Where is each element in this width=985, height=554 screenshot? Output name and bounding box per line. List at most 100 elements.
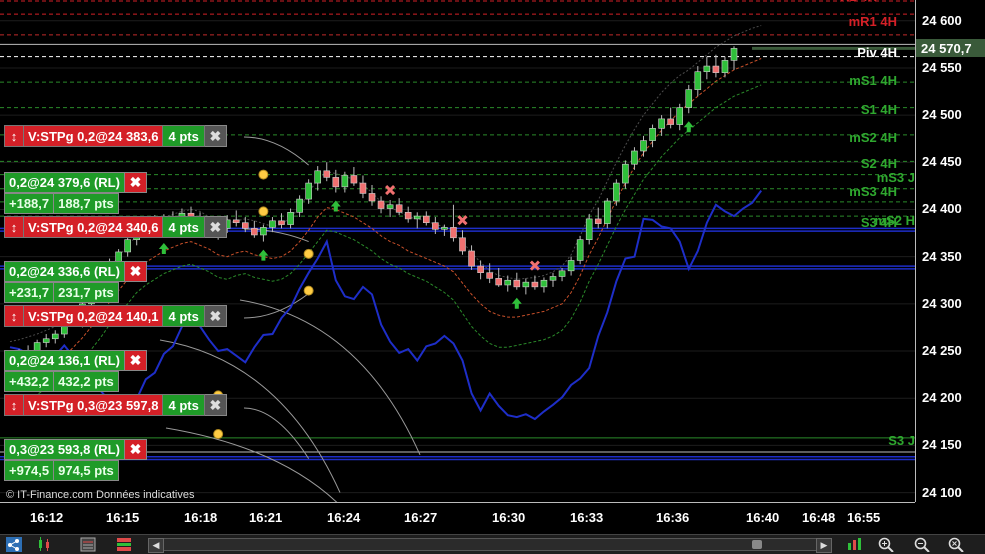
candle-body: [549, 276, 557, 281]
candle-body: [658, 118, 665, 129]
stop-order-panel[interactable]: ↕ V:STPg 0,2@24 140,1 4 pts ✖: [4, 305, 227, 327]
candle-body: [124, 239, 131, 253]
candle-type-icon[interactable]: [36, 537, 52, 552]
zoom-out-icon[interactable]: [914, 537, 930, 552]
candle-body: [42, 338, 50, 343]
candle-body: [486, 272, 493, 279]
cancel-order-icon[interactable]: ✖: [204, 394, 227, 416]
time-tick-label: 16:24: [327, 510, 361, 525]
share-icon[interactable]: [6, 537, 22, 552]
candle-body: [649, 128, 656, 141]
candle-body: [730, 48, 738, 61]
stop-order-points: 4 pts: [163, 125, 205, 147]
orders-icon[interactable]: [116, 537, 132, 552]
price-chart[interactable]: [0, 0, 915, 512]
time-axis[interactable]: 16:12 16:15 16:18 16:21 16:24 16:27 16:30 16:33…: [0, 502, 915, 535]
candle-body: [296, 198, 303, 213]
price-tick-label: 24 250: [922, 343, 962, 359]
candle-body: [477, 265, 484, 274]
price-tick-label: 24 300: [922, 295, 962, 311]
close-position-icon[interactable]: ✖: [124, 261, 147, 282]
position-panel[interactable]: 0,2@24 379,6 (RL) ✖ +188,7 188,7 pts: [4, 172, 147, 214]
time-tick-label: 16:27: [404, 510, 438, 525]
time-tick-label: 16:48: [802, 510, 836, 525]
price-axis[interactable]: 24 600 24 550 24 500 24 450 24 400 24 350 24 3…: [915, 0, 985, 502]
candle-body: [359, 182, 367, 194]
candle-body: [721, 60, 729, 73]
zoom-in-icon[interactable]: [878, 537, 894, 552]
position-label[interactable]: 0,2@24 136,1 (RL): [4, 350, 125, 371]
candle-body: [232, 219, 240, 223]
candle-body: [468, 250, 475, 267]
close-position-icon[interactable]: ✖: [124, 172, 147, 193]
position-panel[interactable]: 0,2@24 136,1 (RL) ✖ +432,2 432,2 pts: [4, 350, 147, 392]
candle-body: [585, 218, 593, 240]
move-order-icon[interactable]: ↕: [4, 305, 24, 327]
candle-body: [694, 71, 702, 90]
indicator-add-icon[interactable]: [846, 537, 862, 552]
candle-body: [685, 89, 693, 108]
time-tick-label: 16:55: [847, 510, 881, 525]
cancel-order-icon[interactable]: ✖: [204, 305, 227, 327]
time-tick-label: 16:30: [492, 510, 526, 525]
move-order-icon[interactable]: ↕: [4, 394, 24, 416]
cancel-order-icon[interactable]: ✖: [204, 216, 227, 238]
candle-body: [332, 177, 340, 188]
move-order-icon[interactable]: ↕: [4, 216, 24, 238]
move-order-icon[interactable]: ↕: [4, 125, 24, 147]
time-tick-label: 16:33: [570, 510, 604, 525]
scroll-left-icon[interactable]: ◀: [148, 538, 164, 553]
stop-order-panel[interactable]: ↕ V:STPg 0,3@23 597,8 4 pts ✖: [4, 394, 227, 416]
candle-body: [540, 279, 548, 288]
level-label: S2 4H: [860, 156, 897, 172]
level-label: Piv 4H: [857, 44, 897, 60]
indicators-icon[interactable]: [80, 537, 96, 552]
stop-order-label[interactable]: V:STPg 0,3@23 597,8: [24, 394, 164, 416]
order-link-line: [239, 299, 421, 456]
candle-body: [260, 227, 267, 236]
close-position-icon[interactable]: ✖: [124, 439, 147, 460]
stop-order-panel[interactable]: ↕ V:STPg 0,2@24 383,6 4 pts ✖: [4, 125, 227, 147]
chart-plot-area[interactable]: R1 4HmR1 4HPiv 4HmS1 4HS1 4HmS2 4HS2 4Hm…: [0, 0, 915, 512]
candle-body: [459, 237, 466, 252]
level-label: S1 4H: [860, 102, 897, 118]
scroll-right-icon[interactable]: ▶: [816, 538, 832, 553]
time-tick-label: 16:21: [249, 510, 283, 525]
candle-body: [631, 150, 638, 165]
cancel-order-icon[interactable]: ✖: [204, 125, 227, 147]
position-panel[interactable]: 0,3@23 593,8 (RL) ✖ +974,5 974,5 pts: [4, 439, 147, 481]
execution-dot: [213, 429, 224, 440]
price-tick-label: 24 500: [922, 107, 962, 123]
position-label[interactable]: 0,2@24 379,6 (RL): [4, 172, 125, 193]
candle-body: [269, 220, 276, 228]
close-position-icon[interactable]: ✖: [124, 350, 147, 371]
level-label: mS1 4H: [849, 73, 897, 89]
zoom-reset-icon[interactable]: [948, 537, 964, 552]
execution-dot: [303, 248, 314, 259]
position-panel[interactable]: 0,2@24 336,6 (RL) ✖ +231,7 231,7 pts: [4, 261, 147, 303]
candle-body: [640, 140, 647, 152]
candle-body: [323, 170, 331, 178]
price-tick-label: 24 100: [922, 484, 962, 500]
candle-body: [576, 239, 584, 261]
candle-body: [305, 182, 312, 200]
candle-body: [377, 200, 385, 209]
stop-order-points: 4 pts: [163, 216, 205, 238]
stop-order-panel[interactable]: ↕ V:STPg 0,2@24 340,6 4 pts ✖: [4, 216, 227, 238]
position-label[interactable]: 0,3@23 593,8 (RL): [4, 439, 125, 460]
candle-body: [341, 175, 349, 188]
candle-body: [386, 204, 394, 209]
position-label[interactable]: 0,2@24 336,6 (RL): [4, 261, 125, 282]
candle-body: [603, 200, 611, 224]
price-tick-label: 24 150: [922, 437, 962, 453]
horizontal-scrollbar[interactable]: ◀ ▶: [148, 538, 832, 553]
level-label: mR1 4H: [848, 13, 897, 29]
candle-body: [513, 279, 521, 288]
scroll-thumb-icon[interactable]: [751, 540, 762, 549]
stop-order-label[interactable]: V:STPg 0,2@24 140,1: [24, 305, 164, 327]
stop-order-label[interactable]: V:STPg 0,2@24 383,6: [24, 125, 164, 147]
stop-order-points: 4 pts: [163, 394, 205, 416]
price-tick-label: 24 350: [922, 248, 962, 264]
stop-order-label[interactable]: V:STPg 0,2@24 340,6: [24, 216, 164, 238]
candle-body: [314, 170, 322, 184]
